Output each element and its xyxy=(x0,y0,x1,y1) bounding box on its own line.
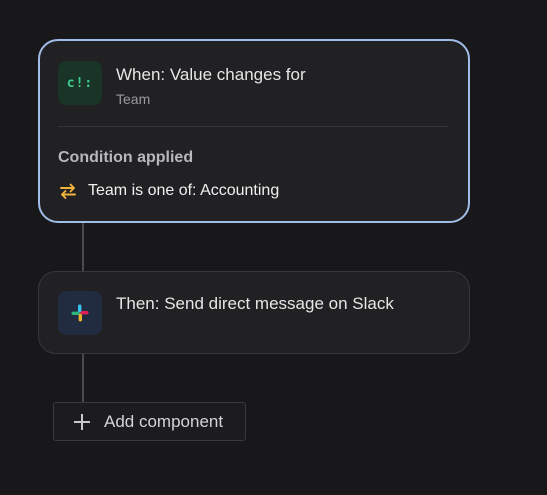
code-brackets-icon: c!: xyxy=(58,61,102,105)
trigger-header: c!: When: Value changes for Team xyxy=(58,61,306,108)
swap-arrows-icon xyxy=(58,181,78,201)
condition-label: Condition applied xyxy=(58,149,194,166)
trigger-text: When: Value changes for Team xyxy=(116,61,306,108)
connector-line-1 xyxy=(82,222,84,272)
trigger-title: When: Value changes for xyxy=(116,65,306,84)
slack-icon xyxy=(58,291,102,335)
trigger-icon-glyph: c!: xyxy=(66,75,94,91)
trigger-card[interactable]: c!: When: Value changes for Team Conditi… xyxy=(38,39,470,223)
action-card[interactable]: Then: Send direct message on Slack xyxy=(38,271,470,354)
add-component-button[interactable]: Add component xyxy=(53,402,246,441)
trigger-divider xyxy=(58,126,448,127)
trigger-subtitle: Team xyxy=(116,91,151,107)
condition-row: Team is one of: Accounting xyxy=(58,181,279,201)
action-header: Then: Send direct message on Slack xyxy=(58,291,394,335)
connector-line-2 xyxy=(82,353,84,403)
action-text: Then: Send direct message on Slack xyxy=(116,291,394,314)
condition-text: Team is one of: Accounting xyxy=(88,182,280,199)
action-title: Then: Send direct message on Slack xyxy=(116,294,394,313)
add-component-label: Add component xyxy=(104,411,224,431)
plus-icon xyxy=(74,413,90,430)
workflow-canvas: c!: When: Value changes for Team Conditi… xyxy=(0,0,547,495)
